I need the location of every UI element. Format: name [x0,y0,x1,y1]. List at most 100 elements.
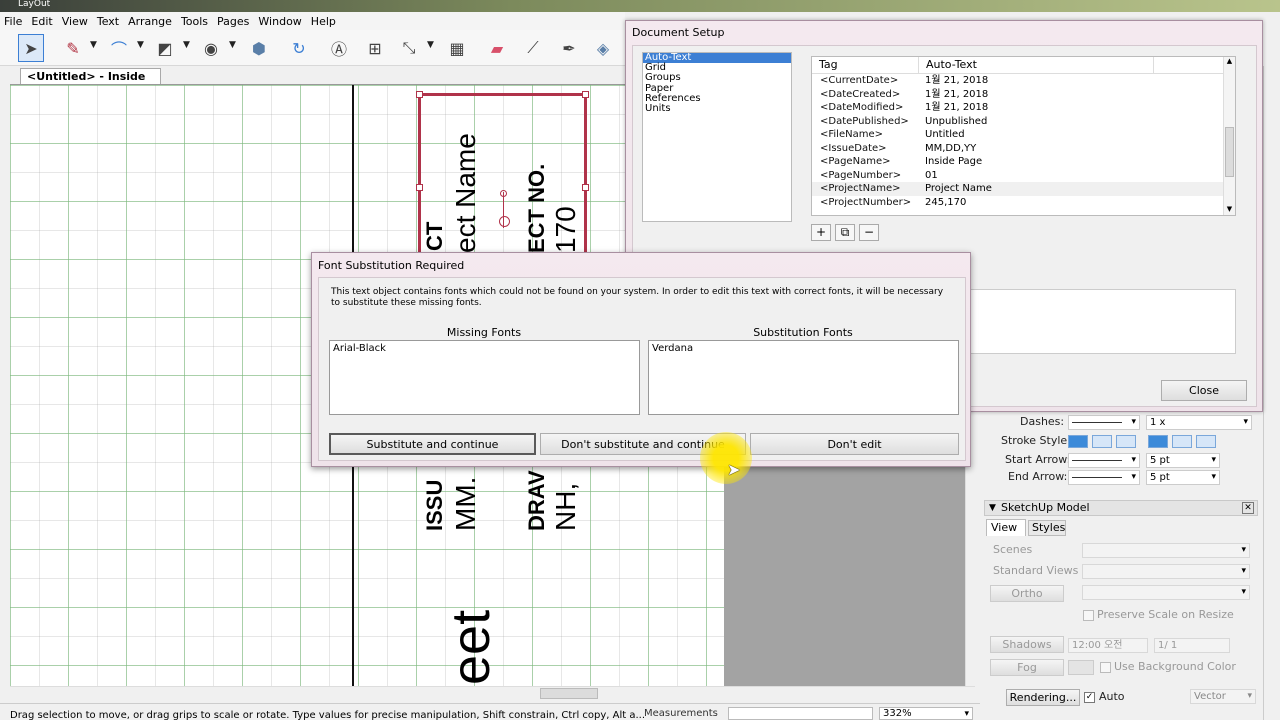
table-row[interactable]: <DateModified> 1월 21, 2018 [812,101,1235,115]
table-row[interactable]: <DatePublished> Unpublished [812,115,1235,129]
style-tool-icon[interactable]: ⟋ [520,34,546,62]
rectangle-tool-icon[interactable]: ◩ [152,34,178,62]
offset-tool-icon[interactable]: ↻ [286,34,312,62]
table-row[interactable]: <FileName> Untitled [812,128,1235,142]
auto-text-scrollbar[interactable]: ▲ ▼ [1223,57,1235,215]
render-mode-select[interactable]: Vector [1190,689,1256,704]
menu-window[interactable]: Window [258,15,301,28]
menu-pages[interactable]: Pages [217,15,249,28]
arc-tool-dropdown-icon[interactable]: ▼ [137,40,144,50]
dont-edit-button[interactable]: Don't edit [750,433,959,455]
shadows-button[interactable]: Shadows [990,636,1064,653]
preserve-scale-checkbox[interactable] [1083,610,1094,621]
column-header-tag[interactable]: Tag [812,57,919,73]
fog-color-swatch[interactable] [1068,660,1094,675]
menu-text[interactable]: Text [97,15,119,28]
use-background-checkbox[interactable] [1100,662,1111,673]
close-button[interactable]: Close [1161,380,1247,401]
grip-left[interactable] [416,184,423,191]
substitution-fonts-list[interactable]: Verdana [648,340,959,415]
end-arrow-select[interactable] [1068,470,1140,485]
circle-tool-icon[interactable]: ◉ [198,34,224,62]
start-arrow-select[interactable] [1068,453,1140,468]
missing-font-item[interactable]: Arial-Black [333,343,636,354]
scenes-select[interactable] [1082,543,1250,558]
rotation-center-icon[interactable] [499,216,510,227]
table-row[interactable]: <IssueDate> MM,DD,YY [812,142,1235,156]
sketchup-model-panel-header[interactable]: ▼ SketchUp Model ✕ [984,500,1258,516]
start-arrow-size-select[interactable]: 5 pt [1146,453,1220,468]
line-tool-icon[interactable]: ✎ [60,34,86,62]
dash-scale-select[interactable]: 1 x [1146,415,1252,430]
section-units[interactable]: Units [643,103,791,114]
measurements-input[interactable] [728,707,873,720]
shadow-date-field[interactable]: 1/ 1 [1154,638,1230,653]
stroke-cap-square-icon[interactable] [1116,435,1136,448]
duplicate-icon[interactable]: ⧉ [835,224,855,241]
label-tool-icon[interactable]: ⊞ [362,34,388,62]
end-arrow-size-select[interactable]: 5 pt [1146,470,1220,485]
fog-button[interactable]: Fog [990,659,1064,676]
scroll-down-icon[interactable]: ▼ [1224,205,1235,215]
menu-arrange[interactable]: Arrange [128,15,172,28]
stroke-join-bevel-icon[interactable] [1196,435,1216,448]
split-tool-icon[interactable]: ✒ [556,34,582,62]
minus-icon[interactable]: − [859,224,879,241]
menu-file[interactable]: File [4,15,22,28]
table-row[interactable]: <PageName> Inside Page [812,155,1235,169]
arc-tool-icon[interactable]: ⌒ [106,34,132,62]
table-row[interactable]: <ProjectNumber> 245,170 [812,196,1235,210]
stroke-cap-flat-icon[interactable] [1068,435,1088,448]
select-tool-icon[interactable]: ➤ [18,34,44,62]
table-tool-icon[interactable]: ▦ [444,34,470,62]
auto-text-scroll-thumb[interactable] [1225,127,1234,177]
end-arrow-label: End Arrow: [1008,470,1068,483]
rectangle-tool-dropdown-icon[interactable]: ▼ [183,40,190,50]
menu-edit[interactable]: Edit [31,15,52,28]
text-tool-icon[interactable]: Ⓐ [326,34,352,62]
column-header-auto-text[interactable]: Auto-Text [919,57,1154,73]
menu-tools[interactable]: Tools [181,15,208,28]
stroke-cap-round-icon[interactable] [1092,435,1112,448]
rotation-grip[interactable] [500,190,507,197]
dashes-select[interactable] [1068,415,1140,430]
dimension-tool-dropdown-icon[interactable]: ▼ [427,40,434,50]
menu-view[interactable]: View [62,15,88,28]
substitution-font-item[interactable]: Verdana [652,343,955,354]
eraser-tool-icon[interactable]: ▰ [484,34,510,62]
panel-close-icon[interactable]: ✕ [1242,502,1254,514]
horizontal-scroll-thumb[interactable] [540,688,598,699]
grip-top-right[interactable] [582,91,589,98]
circle-tool-dropdown-icon[interactable]: ▼ [229,40,236,50]
table-row[interactable]: <PageNumber> 01 [812,169,1235,183]
document-tab[interactable]: <Untitled> - Inside Page [20,68,161,98]
ortho-scale-select[interactable] [1082,585,1250,600]
menu-help[interactable]: Help [311,15,336,28]
ortho-button[interactable]: Ortho [990,585,1064,602]
zoom-select[interactable]: 332% [879,707,973,720]
grip-top-left[interactable] [416,91,423,98]
missing-fonts-list[interactable]: Arial-Black [329,340,640,415]
collapse-arrow-icon[interactable]: ▼ [989,501,996,515]
canvas-horizontal-scrollbar[interactable] [10,686,975,700]
table-row[interactable]: <ProjectName> Project Name [812,182,1235,196]
tab-view[interactable]: View [986,519,1026,536]
plus-icon[interactable]: + [811,224,831,241]
table-row[interactable]: <CurrentDate> 1월 21, 2018 [812,74,1235,88]
dimension-tool-icon[interactable]: ⤡ [396,34,422,62]
standard-views-select[interactable] [1082,564,1250,579]
join-tool-icon[interactable]: ◈ [590,34,616,62]
scroll-up-icon[interactable]: ▲ [1224,57,1235,67]
shadow-time-field[interactable]: 12:00 오전 [1068,638,1148,653]
stroke-join-round-icon[interactable] [1172,435,1192,448]
auto-render-checkbox[interactable]: ✓ [1084,692,1095,703]
substitute-and-continue-button[interactable]: Substitute and continue [329,433,536,455]
grip-right[interactable] [582,184,589,191]
rendering-button[interactable]: Rendering... [1006,689,1080,706]
line-tool-dropdown-icon[interactable]: ▼ [90,40,97,50]
tab-styles[interactable]: Styles [1028,520,1066,536]
table-row[interactable]: <DateCreated> 1월 21, 2018 [812,88,1235,102]
tray-vertical-scrollbar[interactable] [1263,66,1280,720]
stroke-join-miter-icon[interactable] [1148,435,1168,448]
polygon-tool-icon[interactable]: ⬢ [246,34,272,62]
